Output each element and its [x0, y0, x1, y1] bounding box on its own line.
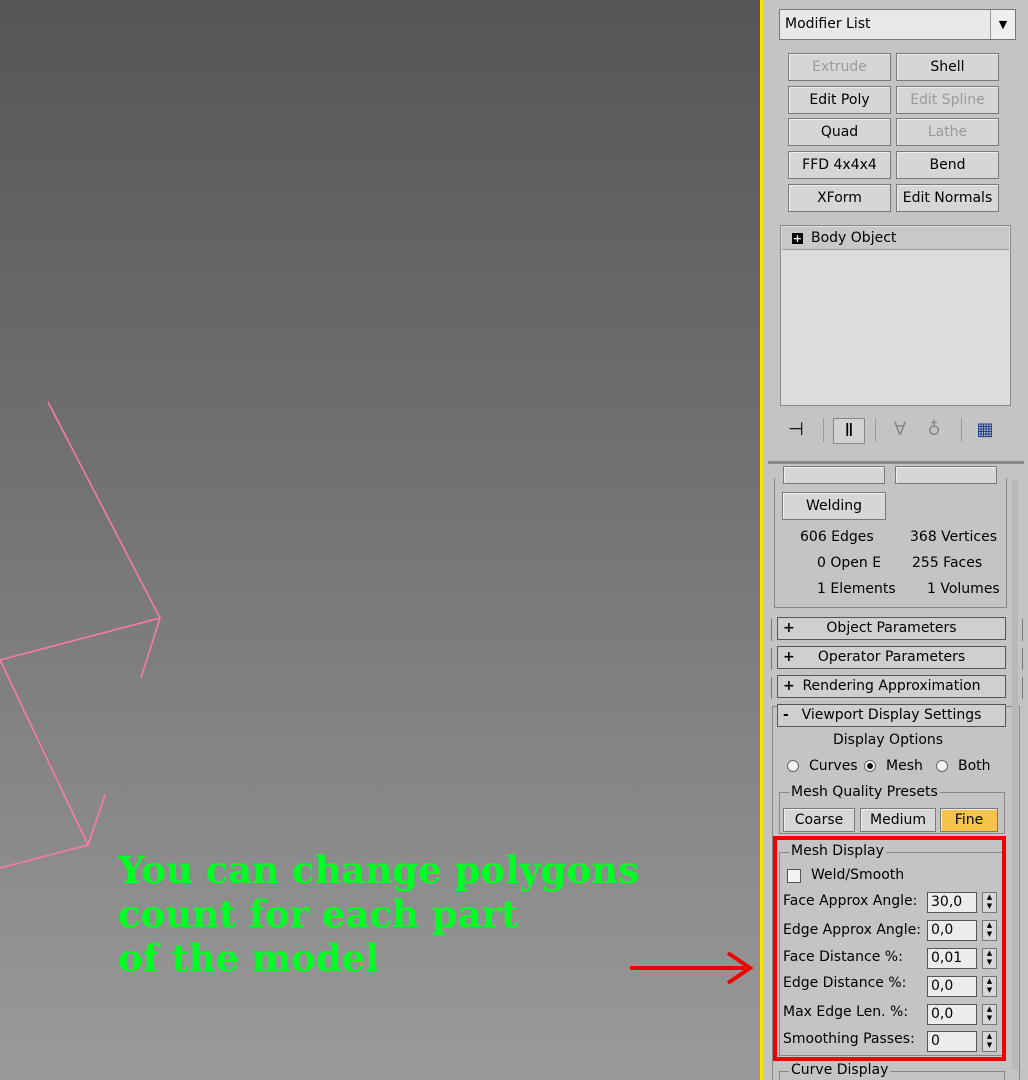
- make-unique-icon[interactable]: ∀: [887, 418, 913, 442]
- panel-divider: [768, 461, 1024, 464]
- pin-stack-icon[interactable]: ⊣: [783, 418, 809, 442]
- curve-display-title: Curve Display: [789, 1062, 891, 1078]
- mesh-quality-presets-title: Mesh Quality Presets: [789, 784, 940, 800]
- preset-coarse-button[interactable]: Coarse: [783, 808, 855, 832]
- toolbar-separator: [875, 418, 876, 442]
- expand-icon: +: [783, 678, 795, 694]
- expand-icon: +: [783, 649, 795, 665]
- modifier-button-lathe[interactable]: Lathe: [896, 118, 999, 146]
- chevron-down-icon[interactable]: ▼: [990, 10, 1015, 39]
- expand-icon[interactable]: +: [792, 232, 803, 244]
- collapse-icon: -: [783, 707, 789, 723]
- rollout-rendering-approximation[interactable]: + Rendering Approximation: [777, 675, 1006, 698]
- stack-item-label: Body Object: [811, 230, 897, 246]
- expand-icon: +: [783, 620, 795, 636]
- display-options-title: Display Options: [833, 732, 944, 748]
- modifier-list-dropdown[interactable]: Modifier List ▼: [779, 9, 1016, 40]
- rollout-label: Viewport Display Settings: [801, 707, 982, 723]
- red-arrow-icon: [630, 951, 754, 985]
- modifier-button-bend[interactable]: Bend: [896, 151, 999, 179]
- rollout-label: Rendering Approximation: [802, 678, 981, 694]
- toolbar-separator: [961, 418, 962, 442]
- highlight-box: [773, 836, 1006, 1061]
- stat-elements: 1 Elements: [817, 581, 896, 597]
- stat-edges: 606 Edges: [800, 529, 874, 545]
- radio-curves[interactable]: [787, 760, 799, 772]
- panel-scrollbar[interactable]: [1012, 480, 1018, 1070]
- configure-sets-icon[interactable]: ▦: [972, 418, 998, 442]
- modifier-button-edit-spline[interactable]: Edit Spline: [896, 86, 999, 114]
- stat-vertices: 368 Vertices: [910, 529, 998, 545]
- radio-mesh[interactable]: [864, 760, 876, 772]
- rollout-object-parameters[interactable]: + Object Parameters: [777, 617, 1006, 640]
- show-end-result-icon[interactable]: Ⅱ: [833, 418, 865, 444]
- radio-mesh-label: Mesh: [886, 758, 923, 774]
- rollout-label: Object Parameters: [826, 620, 957, 636]
- modifier-button-shell[interactable]: Shell: [896, 53, 999, 81]
- rollout-operator-parameters[interactable]: + Operator Parameters: [777, 646, 1006, 669]
- stat-open-edges: 0 Open E: [817, 555, 882, 571]
- radio-both[interactable]: [936, 760, 948, 772]
- stat-faces: 255 Faces: [912, 555, 983, 571]
- modifier-button-ffd[interactable]: FFD 4x4x4: [788, 151, 891, 179]
- stack-item-body-object[interactable]: + Body Object: [782, 227, 1009, 250]
- modifier-button-extrude[interactable]: Extrude: [788, 53, 891, 81]
- rollout-label: Operator Parameters: [817, 649, 966, 665]
- rollout-viewport-display-settings[interactable]: - Viewport Display Settings: [777, 704, 1006, 727]
- modifier-button-edit-poly[interactable]: Edit Poly: [788, 86, 891, 114]
- remove-modifier-icon[interactable]: ♁: [921, 418, 947, 442]
- preset-medium-button[interactable]: Medium: [860, 808, 936, 832]
- modifier-button-xform[interactable]: XForm: [788, 184, 891, 212]
- modifier-list-label: Modifier List: [785, 16, 871, 32]
- radio-curves-label: Curves: [809, 758, 858, 774]
- stat-volumes: 1 Volumes: [927, 581, 1000, 597]
- modifier-button-quad-chamfer[interactable]: Quad Chamfer: [788, 118, 891, 166]
- modifier-stack: + Body Object: [780, 225, 1011, 406]
- preset-fine-button[interactable]: Fine: [940, 808, 998, 832]
- modifier-button-edit-normals[interactable]: Edit Normals: [896, 184, 999, 212]
- radio-both-label: Both: [958, 758, 991, 774]
- viewport[interactable]: You can change polygons count for each p…: [0, 0, 760, 1080]
- toolbar-separator: [823, 418, 824, 442]
